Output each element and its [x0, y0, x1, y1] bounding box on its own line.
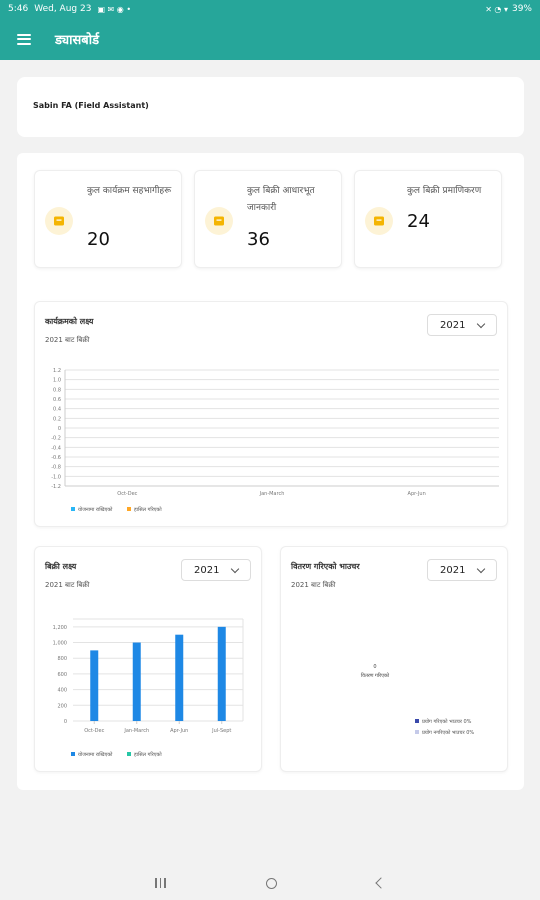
y-tick-label: 0.6: [53, 397, 61, 403]
pie-center-value: 0: [373, 664, 376, 670]
signal-icons: ✕ ◔ ▾: [485, 4, 508, 14]
book-icon: [45, 207, 73, 235]
y-tick-label: -1.0: [51, 474, 61, 480]
pie-chart-canvas: 0 वितरण गरिएको प्रयोग गरिएको भाउचर 0% प्रयो…: [361, 664, 475, 736]
dashboard-panel: कुल कार्यक्रम सहभागीहरू 20 कुल बिक्री आध…: [17, 153, 524, 790]
line-chart-canvas: 1.2 1.0 0.8 0.6 0.4 0.2 0 -0.2 -0.4 -0.6 -0.8 -1.0 -…: [51, 368, 499, 513]
system-nav-bar: [0, 866, 540, 900]
y-tick-label: 400: [57, 688, 67, 694]
bar: [217, 626, 226, 721]
y-tick-label: 1.2: [53, 368, 61, 374]
y-tick-label: 0.2: [53, 416, 61, 422]
y-tick-label: 1,000: [53, 641, 67, 647]
pie-center-label: वितरण गरिएको: [361, 672, 390, 679]
x-tick-label: Oct-Dec: [84, 728, 104, 734]
x-tick-label: Jan-March: [123, 728, 149, 734]
stat-label: कुल बिक्री प्रमाणिकरण: [407, 186, 482, 196]
bar: [175, 634, 184, 721]
program-target-chart: कार्यक्रमको लक्ष्य 2021 बाट बिक्री 2021 …: [34, 301, 508, 527]
y-tick-label: -0.6: [51, 455, 61, 461]
y-tick-label: 800: [57, 656, 67, 662]
app-bar: ड्यासबोर्ड: [0, 18, 540, 60]
legend-label: योजनामा राखिएको: [78, 751, 113, 758]
user-card: Sabin FA (Field Assistant): [17, 77, 524, 137]
legend-swatch: [127, 752, 131, 756]
y-tick-label: -0.8: [51, 465, 61, 471]
y-tick-label: 200: [57, 703, 67, 709]
x-tick-label: Jan-March: [259, 491, 285, 497]
x-tick-label: Apr-Jun: [170, 728, 188, 734]
status-bar: 5:46 Wed, Aug 23 ▣ ✉ ◉ • ✕ ◔ ▾ 39%: [0, 0, 540, 18]
y-tick-label: -1.2: [51, 484, 61, 490]
y-tick-label: -0.4: [51, 445, 61, 451]
legend-swatch: [415, 719, 419, 723]
sales-target-chart: बिक्री लक्ष्य 2021 बाट बिक्री 2021 1,200…: [34, 546, 262, 772]
y-tick-label: 1,200: [53, 625, 67, 631]
legend-label: हासिल गरिएको: [134, 751, 162, 758]
bar: [90, 650, 99, 721]
bar-chart-canvas: 1,200 1,000 800 600 400 200 0 Oct-Dec Jan-March A…: [53, 618, 244, 758]
y-tick-label: 0.8: [53, 387, 61, 393]
stat-label: कुल कार्यक्रम सहभागीहरू: [87, 186, 172, 196]
y-tick-label: 0: [64, 719, 67, 725]
stat-card-sales-info: कुल बिक्री आधारभूत जानकारी 36: [194, 170, 342, 268]
y-tick-label: -0.2: [51, 436, 61, 442]
recent-apps-icon[interactable]: [155, 878, 166, 888]
stat-value: 24: [407, 211, 430, 232]
legend-swatch: [127, 507, 131, 511]
legend-label: हासिल गरिएको: [134, 506, 162, 513]
legend-label: प्रयोग गरिएको भाउचर 0%: [422, 718, 472, 725]
status-time: 5:46: [8, 4, 29, 14]
y-tick-label: 0.4: [53, 407, 61, 413]
legend-swatch: [71, 752, 75, 756]
legend-label: योजनामा राखिएको: [78, 506, 113, 513]
stat-card-participants: कुल कार्यक्रम सहभागीहरू 20: [34, 170, 182, 268]
book-icon: [205, 207, 233, 235]
stat-card-sales-verification: कुल बिक्री प्रमाणिकरण 24: [354, 170, 502, 268]
legend-label: प्रयोग नगरिएको भाउचर 0%: [422, 729, 474, 736]
stat-value: 36: [247, 229, 270, 250]
user-name: Sabin FA (Field Assistant): [33, 101, 149, 110]
y-tick-label: 600: [57, 672, 67, 678]
stat-value: 20: [87, 229, 110, 250]
bar: [132, 642, 141, 721]
book-icon: [365, 207, 393, 235]
notification-icons: ▣ ✉ ◉ •: [97, 4, 132, 14]
legend-swatch: [415, 730, 419, 734]
home-icon[interactable]: [265, 877, 277, 889]
page-title: ड्यासबोर्ड: [55, 33, 100, 48]
stat-label: कुल बिक्री आधारभूत जानकारी: [247, 186, 315, 213]
distributed-voucher-chart: वितरण गरिएको भाउचर 2021 बाट बिक्री 2021 …: [280, 546, 508, 772]
menu-icon[interactable]: [17, 33, 31, 45]
legend-swatch: [71, 507, 75, 511]
back-icon[interactable]: [375, 877, 387, 889]
status-date: Wed, Aug 23: [34, 4, 92, 14]
battery-level: 39%: [511, 4, 532, 14]
y-tick-label: 0: [58, 426, 61, 432]
x-tick-label: Apr-Jun: [408, 491, 426, 497]
x-tick-label: Oct-Dec: [117, 491, 137, 497]
y-tick-label: 1.0: [53, 378, 61, 384]
x-tick-label: Jul-Sept: [211, 728, 231, 734]
